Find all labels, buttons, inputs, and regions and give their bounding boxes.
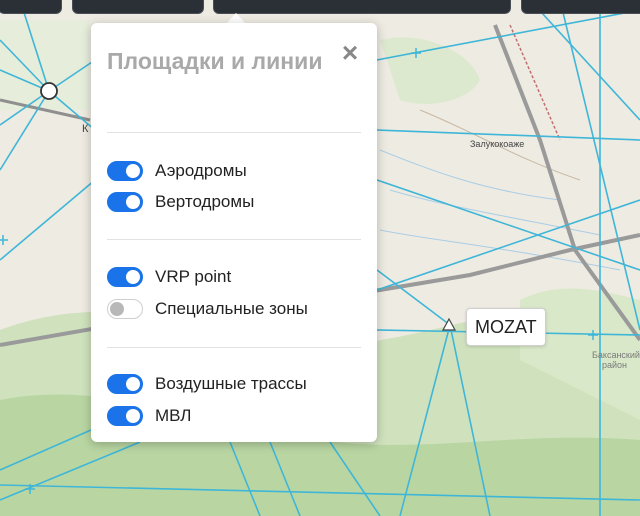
toggle-knob (126, 409, 140, 423)
toggle-switch-special-zones[interactable] (107, 299, 143, 319)
toggle-row-airways[interactable]: Воздушные трассы (107, 372, 307, 396)
toggle-row-vrp[interactable]: VRP point (107, 265, 231, 289)
map-label-fragment: К (82, 123, 89, 135)
toggle-switch-vrp[interactable] (107, 267, 143, 287)
toolbar-button-2[interactable] (72, 0, 204, 14)
toggle-label: Воздушные трассы (155, 374, 307, 393)
map-label-district: Баксанский район (592, 350, 640, 370)
toggle-row-heliports[interactable]: Вертодромы (107, 190, 254, 214)
toggle-label: Специальные зоны (155, 299, 308, 318)
panel-title: Площадки и линии (107, 48, 323, 74)
waypoint-label-mozat[interactable]: MOZAT (466, 308, 546, 346)
toolbar-button-4[interactable] (521, 0, 640, 14)
layers-panel: Площадки и линии × Аэродромы Вертодромы … (91, 23, 377, 442)
toggle-switch-heliports[interactable] (107, 192, 143, 212)
divider (107, 132, 361, 133)
toggle-knob (126, 195, 140, 209)
divider (107, 239, 361, 240)
toggle-row-mvl[interactable]: МВЛ (107, 404, 191, 428)
toggle-knob (110, 302, 124, 316)
district-line-2: район (602, 360, 628, 370)
toggle-knob (126, 377, 140, 391)
toggle-row-aerodromes[interactable]: Аэродромы (107, 159, 247, 183)
toggle-label: Аэродромы (155, 161, 247, 180)
map-label-town: Залукокоаже (470, 139, 525, 149)
toggle-knob (126, 270, 140, 284)
toggle-label: МВЛ (155, 406, 192, 425)
toggle-switch-airways[interactable] (107, 374, 143, 394)
toggle-row-special-zones[interactable]: Специальные зоны (107, 297, 308, 321)
top-toolbar (0, 0, 640, 16)
district-line-1: Баксанский (592, 350, 640, 360)
divider (107, 347, 361, 348)
toggle-switch-mvl[interactable] (107, 406, 143, 426)
toggle-label: VRP point (155, 267, 232, 286)
toolbar-button-3[interactable] (213, 0, 511, 14)
close-icon[interactable]: × (338, 39, 362, 67)
toggle-knob (126, 164, 140, 178)
toggle-switch-aerodromes[interactable] (107, 161, 143, 181)
toggle-label: Вертодромы (155, 192, 255, 211)
toolbar-button-1[interactable] (0, 0, 62, 14)
